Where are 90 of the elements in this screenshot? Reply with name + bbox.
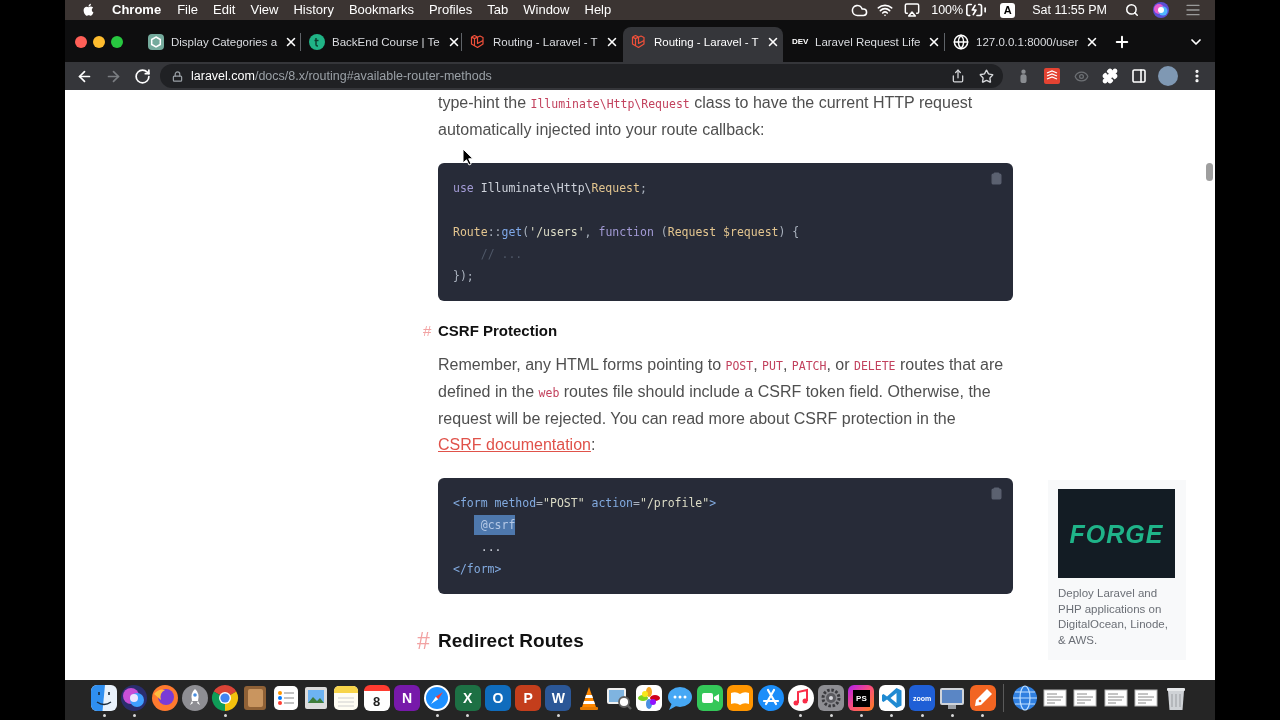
paragraph: type-hint the Illuminate\Http\Request class to have the current HTTP request automatically injected into your route callback: [438,93,974,140]
orb-icon[interactable] [1153,2,1169,18]
cube-logo-icon [631,34,647,50]
side-panel-icon[interactable] [1131,68,1147,84]
globe-icon[interactable] [1010,684,1039,712]
dock-app-button[interactable]: 8 [363,685,390,711]
layered-tile-icon[interactable] [1044,68,1060,84]
rocket-icon[interactable] [180,684,209,712]
menu-lines-icon[interactable] [1185,2,1201,18]
music-note-icon[interactable] [786,684,815,712]
scrollbar-thumb[interactable] [1205,163,1213,181]
menu-item[interactable]: Profiles [428,2,473,18]
code-line: ... [479,539,502,556]
input-source-button[interactable]: A [1000,2,1016,18]
browser-tab[interactable]: BackEnd Course | Te [301,27,461,62]
menu-item[interactable]: File [177,2,199,18]
avatar-icon[interactable] [1158,66,1178,86]
dock-app-button[interactable]: O [484,685,511,711]
minimize-window-button[interactable] [93,35,105,48]
app-menu[interactable]: Chrome [112,2,162,18]
speech-bubble-icon[interactable] [665,684,694,712]
notepad-icon[interactable] [332,684,361,712]
menu-item[interactable]: Tab [487,2,509,18]
url-text: laravel.com/docs/8.x/routing#available-router-methods [191,68,492,84]
code-line: Route::get('/users', function (Request $request) { [453,224,800,241]
dock-app-button[interactable]: X [454,685,481,711]
checklist-icon[interactable] [271,684,300,712]
browser-tab[interactable]: Routing - Laravel - T [462,27,622,62]
section-heading: Redirect Routes [438,629,584,653]
bookmark-star-icon[interactable] [979,68,994,84]
browser-tab[interactable]: Display Categories a [140,27,300,62]
gear-icon[interactable] [817,684,846,712]
browser-tab[interactable]: Routing - Laravel - T [623,27,783,62]
menu-item[interactable]: View [250,2,279,18]
crossed-sticks-icon[interactable] [756,684,785,712]
circle-logo-icon [309,34,325,50]
menu-item[interactable]: Edit [213,2,236,18]
menu-item[interactable]: Window [523,2,570,18]
section-heading: CSRF Protection [438,321,558,341]
menu-item[interactable]: History [293,2,334,18]
code-line: <form method="POST" action="/profile"> [453,495,717,512]
search-icon[interactable] [1125,3,1139,17]
code-line: use Illuminate\Http\Request; [453,180,647,197]
paragraph: Remember, any HTML forms pointing to POST, PUT, PATCH, or DELETE routes that are defined in the web routes file should include a CSRF token field. Otherwise, the request will be rejected. You can read more about CSRF protection in the CSRF documentation: [438,355,1005,455]
menu-item[interactable]: Help [584,2,612,18]
mouse-pointer-icon [462,148,474,166]
open-book-icon[interactable] [726,684,755,712]
ribbon-logo-icon[interactable] [877,684,906,712]
pen-nib-icon[interactable] [968,684,997,712]
lock-icon [172,70,183,82]
globe-icon [953,34,969,50]
code-line: // ... [479,246,523,263]
clipboard-icon[interactable] [990,172,1003,185]
zoom-window-button[interactable] [111,35,123,48]
dock-app-button[interactable]: P [515,685,542,711]
eye-icon[interactable] [1073,68,1089,84]
dock-app-button[interactable]: W [545,685,572,711]
cube-logo-icon [470,34,486,50]
browser-tab[interactable]: 127.0.0.1:8000/user [945,27,1105,62]
address-bar[interactable]: laravel.com/docs/8.x/routing#available-router-methods [160,64,1003,88]
clipboard-icon[interactable] [990,487,1003,500]
menu-item[interactable]: Bookmarks [348,2,414,18]
dock-app-button[interactable]: PS [848,685,875,711]
share-icon[interactable] [951,69,965,83]
screen-mirroring-icon[interactable] [904,2,921,18]
logo-text: FORGE [1069,518,1164,549]
face-tile-icon[interactable] [90,684,118,712]
close-window-button[interactable] [75,35,87,48]
wifi-icon[interactable] [877,2,894,18]
reload-icon[interactable] [133,67,151,85]
apple-icon[interactable] [82,3,94,17]
favicon-text: DEV [792,36,808,48]
new-tab-icon[interactable] [1113,33,1131,51]
flame-globe-icon[interactable] [150,684,179,712]
code-line: </form> [453,561,502,578]
ad-text: Deploy Laravel and PHP applications on DigitalOcean, Linode, & AWS. [1058,586,1169,648]
compass-icon[interactable] [423,684,452,712]
battery-percentage: 100% [931,2,964,18]
ring-logo-icon[interactable] [211,684,240,712]
orb-icon[interactable] [120,684,149,712]
video-camera-icon[interactable] [695,684,724,712]
clock-text: Sat 11:55 PM [1032,2,1107,18]
flower-icon[interactable] [635,684,664,712]
code-line: }); [453,268,474,285]
hexagon-logo-icon [148,34,164,50]
text-link[interactable]: CSRF documentation [438,436,591,453]
browser-tab[interactable]: DEV Laravel Request Life [784,27,944,62]
puzzle-icon[interactable] [1102,68,1118,84]
dock-app-button[interactable]: N [393,685,420,711]
figure-icon[interactable] [1018,69,1028,83]
